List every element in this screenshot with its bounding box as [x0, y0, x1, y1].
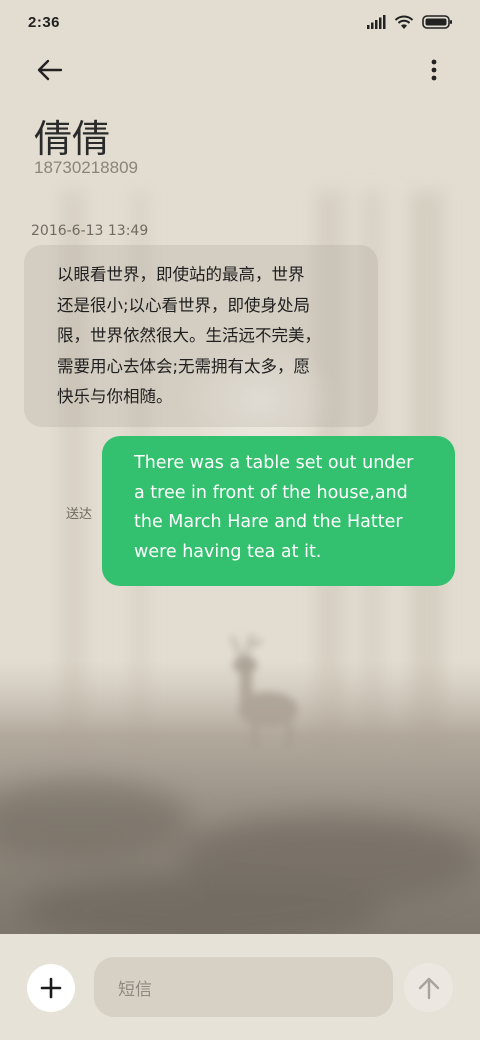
wifi-icon: [394, 15, 414, 29]
status-icons: [366, 15, 452, 30]
delivery-status: 送达: [66, 507, 93, 522]
more-options-button[interactable]: [422, 52, 446, 88]
arrow-left-icon: [37, 59, 63, 81]
signal-icon: [367, 15, 386, 29]
status-bar: 2:36: [0, 0, 480, 44]
arrow-up-icon: [418, 977, 439, 999]
battery-icon: [422, 15, 452, 29]
composer-bar: 短信: [0, 934, 480, 1040]
incoming-message-text: 以眼看世界，即使站的最高，世界 还是很小;以心看世界，即使身处局 限，世界依然很…: [57, 265, 321, 406]
incoming-message-bubble[interactable]: 以眼看世界，即使站的最高，世界 还是很小;以心看世界，即使身处局 限，世界依然很…: [24, 245, 378, 427]
outgoing-message-text: There was a table set out under a tree i…: [134, 453, 414, 562]
top-bar: [0, 50, 480, 90]
message-input-placeholder: 短信: [118, 979, 152, 1000]
back-button[interactable]: [30, 52, 70, 88]
outgoing-message-bubble[interactable]: There was a table set out under a tree i…: [102, 436, 455, 586]
add-attachment-button[interactable]: [27, 964, 75, 1012]
message-input[interactable]: 短信: [94, 957, 393, 1017]
contact-name: 倩倩: [34, 117, 111, 161]
vertical-dots-icon: [431, 59, 437, 81]
message-timestamp: 2016-6-13 13:49: [31, 223, 149, 239]
contact-number: 18730218809: [34, 158, 139, 177]
status-time: 2:36: [28, 13, 61, 31]
send-button[interactable]: [404, 963, 453, 1012]
plus-icon: [40, 977, 62, 999]
